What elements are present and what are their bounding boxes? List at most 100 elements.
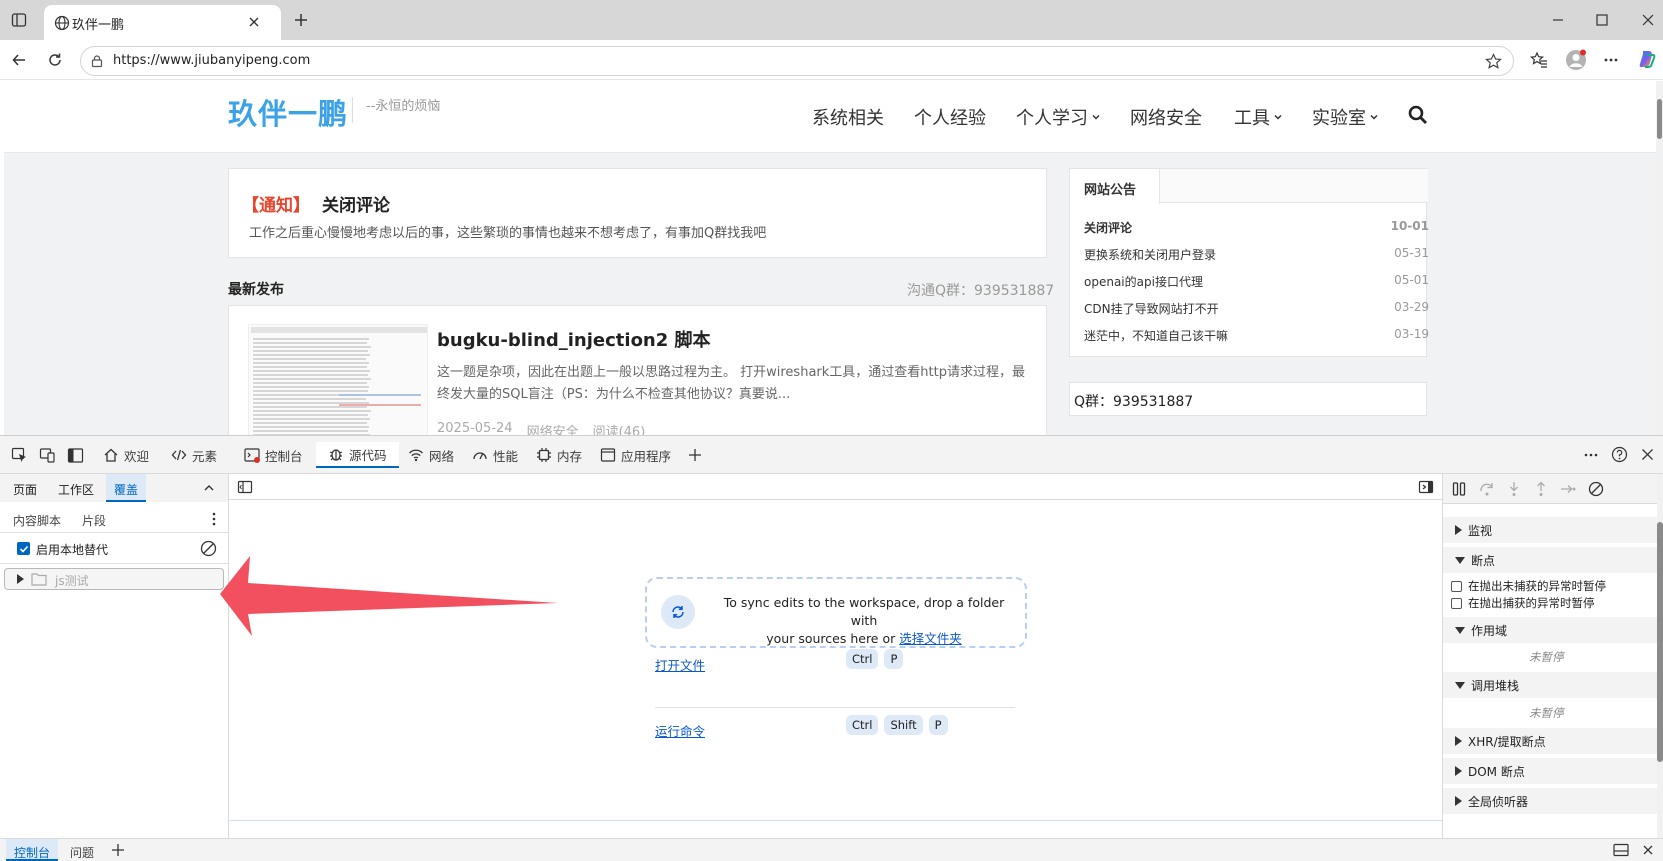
page-scrollbar-thumb[interactable] bbox=[1657, 99, 1662, 139]
notice-tag: 【通知】 bbox=[242, 196, 310, 216]
announcement-item-date: 05-31 bbox=[1394, 246, 1429, 260]
close-tab-icon[interactable] bbox=[247, 15, 261, 29]
subtab-content-scripts[interactable]: 内容脚本 bbox=[13, 512, 61, 529]
section-breakpoints[interactable]: 断点 bbox=[1443, 547, 1658, 573]
tab-title: 玖伴一鹏 bbox=[72, 18, 125, 33]
shortcut-keys: Ctrl Shift P bbox=[846, 715, 954, 735]
close-drawer-icon[interactable] bbox=[1641, 843, 1655, 857]
announcement-item[interactable]: 更换系统和关闭用户登录 05-31 bbox=[1084, 246, 1429, 263]
subtab-overrides[interactable]: 覆盖 bbox=[106, 474, 147, 502]
drop-zone-line-1: To sync edits to the workspace, drop a f… bbox=[723, 595, 1005, 628]
open-file-link[interactable]: 打开文件 bbox=[655, 655, 705, 674]
tab-elements[interactable]: 元素 bbox=[171, 442, 217, 468]
section-global-listeners[interactable]: 全局侦听器 bbox=[1443, 788, 1658, 814]
close-devtools-icon[interactable] bbox=[1640, 447, 1655, 462]
post-thumbnail[interactable] bbox=[248, 324, 428, 435]
more-tools-plus-icon[interactable] bbox=[687, 447, 703, 463]
toggle-navigator-icon[interactable] bbox=[237, 479, 253, 495]
pause-caught-checkbox[interactable] bbox=[1451, 598, 1462, 609]
deactivate-breakpoints-icon[interactable] bbox=[1588, 481, 1604, 497]
drawer-tab-issues[interactable]: 问题 bbox=[70, 844, 94, 861]
section-call-stack[interactable]: 调用堆栈 bbox=[1443, 672, 1658, 698]
workspace-drop-zone[interactable]: To sync edits to the workspace, drop a f… bbox=[645, 577, 1027, 648]
subtab-workspace[interactable]: 工作区 bbox=[58, 481, 94, 498]
enable-override-checkbox[interactable] bbox=[17, 542, 30, 555]
announcement-item[interactable]: CDN挂了导致网站打不开 03-29 bbox=[1084, 300, 1429, 317]
tab-console[interactable]: 控制台 bbox=[244, 442, 303, 468]
favorites-icon[interactable] bbox=[1530, 51, 1548, 69]
tab-network[interactable]: 网络 bbox=[408, 442, 454, 468]
site-info-icon[interactable] bbox=[90, 54, 104, 68]
tab-application[interactable]: 应用程序 bbox=[600, 442, 671, 468]
section-scope[interactable]: 作用域 bbox=[1443, 617, 1658, 643]
search-icon[interactable] bbox=[1408, 105, 1428, 125]
drawer-tab-console[interactable]: 控制台 bbox=[6, 839, 59, 861]
subtab-snippets[interactable]: 片段 bbox=[82, 512, 106, 529]
tab-performance[interactable]: 性能 bbox=[472, 442, 518, 468]
close-window-icon[interactable] bbox=[1640, 12, 1656, 28]
new-tab-icon[interactable] bbox=[293, 12, 309, 28]
drawer-add-tab-icon[interactable] bbox=[111, 843, 125, 857]
post-title[interactable]: bugku-blind_injection2 脚本 bbox=[437, 326, 711, 352]
subtab-page[interactable]: 页面 bbox=[13, 481, 37, 498]
step-out-icon[interactable] bbox=[1533, 481, 1549, 497]
nav-tools[interactable]: 工具 bbox=[1234, 104, 1283, 130]
announcement-item-date: 10-01 bbox=[1390, 219, 1429, 233]
section-watch[interactable]: 监视 bbox=[1443, 517, 1658, 543]
page-scrollbar[interactable] bbox=[1656, 81, 1663, 435]
expand-triangle-icon[interactable] bbox=[17, 574, 24, 584]
chevron-up-icon[interactable] bbox=[203, 482, 215, 494]
maximize-icon[interactable] bbox=[1594, 12, 1610, 28]
tab-welcome[interactable]: 欢迎 bbox=[103, 442, 149, 468]
post-category[interactable]: 网络安全 bbox=[527, 421, 579, 435]
step-into-icon[interactable] bbox=[1506, 481, 1522, 497]
section-dom-breakpoints[interactable]: DOM 断点 bbox=[1443, 758, 1658, 784]
customize-more-icon[interactable] bbox=[1583, 447, 1599, 463]
dock-side-icon[interactable] bbox=[67, 447, 84, 464]
post-meta: 2025-05-24 网络安全 阅读(46) bbox=[437, 421, 645, 435]
nav-lab[interactable]: 实验室 bbox=[1312, 104, 1379, 130]
announcement-item[interactable]: openai的api接口代理 05-01 bbox=[1084, 273, 1429, 290]
nav-security[interactable]: 网络安全 bbox=[1130, 104, 1202, 130]
back-icon[interactable] bbox=[11, 52, 27, 68]
pause-caught-label: 在抛出捕获的异常时暂停 bbox=[1468, 596, 1595, 610]
tab-sources[interactable]: 源代码 bbox=[316, 442, 399, 468]
divider bbox=[655, 707, 1015, 708]
announcement-item[interactable]: 迷茫中，不知道自己该干嘛 03-19 bbox=[1084, 327, 1429, 344]
browser-tab[interactable]: 玖伴一鹏 bbox=[44, 5, 281, 40]
site-logo[interactable]: 玖伴一鹏 bbox=[228, 91, 348, 133]
pause-uncaught-checkbox[interactable] bbox=[1451, 581, 1462, 592]
debugger-scrollbar-thumb[interactable] bbox=[1657, 522, 1663, 762]
copilot-icon[interactable] bbox=[1637, 49, 1657, 69]
step-icon[interactable] bbox=[1560, 481, 1576, 497]
tab-performance-label: 性能 bbox=[493, 448, 519, 464]
navigator-more-icon[interactable] bbox=[207, 511, 221, 527]
pause-icon[interactable] bbox=[1451, 481, 1467, 497]
notice-title[interactable]: 关闭评论 bbox=[322, 191, 390, 216]
toggle-debugger-icon[interactable] bbox=[1418, 479, 1434, 495]
override-folder-row[interactable]: js测试 bbox=[4, 568, 224, 590]
dock-drawer-icon[interactable] bbox=[1613, 843, 1629, 857]
minimize-icon[interactable] bbox=[1550, 12, 1566, 28]
section-xhr-breakpoints[interactable]: XHR/提取断点 bbox=[1443, 728, 1658, 754]
nav-learning[interactable]: 个人学习 bbox=[1016, 104, 1101, 130]
refresh-icon[interactable] bbox=[47, 52, 63, 68]
profile-avatar[interactable] bbox=[1565, 49, 1587, 71]
nav-system[interactable]: 系统相关 bbox=[812, 104, 884, 130]
address-bar[interactable]: https://www.jiubanyipeng.com bbox=[80, 46, 1514, 76]
device-emulation-icon[interactable] bbox=[39, 447, 56, 464]
nav-experience[interactable]: 个人经验 bbox=[914, 104, 986, 130]
announcement-item[interactable]: 关闭评论 10-01 bbox=[1084, 219, 1429, 236]
inspect-element-icon[interactable] bbox=[11, 447, 28, 464]
tab-actions-icon[interactable] bbox=[11, 12, 27, 28]
clear-overrides-icon[interactable] bbox=[200, 540, 217, 557]
debugger-scrollbar[interactable] bbox=[1657, 474, 1663, 838]
run-command-link[interactable]: 运行命令 bbox=[655, 721, 705, 740]
step-over-icon[interactable] bbox=[1479, 481, 1495, 497]
qq-box: Q群：939531887 bbox=[1069, 382, 1427, 416]
favorite-star-icon[interactable] bbox=[1485, 53, 1502, 70]
tab-memory[interactable]: 内存 bbox=[536, 442, 582, 468]
chevron-down-icon bbox=[1370, 114, 1378, 120]
help-icon[interactable] bbox=[1611, 446, 1628, 463]
more-menu-icon[interactable] bbox=[1603, 52, 1619, 68]
